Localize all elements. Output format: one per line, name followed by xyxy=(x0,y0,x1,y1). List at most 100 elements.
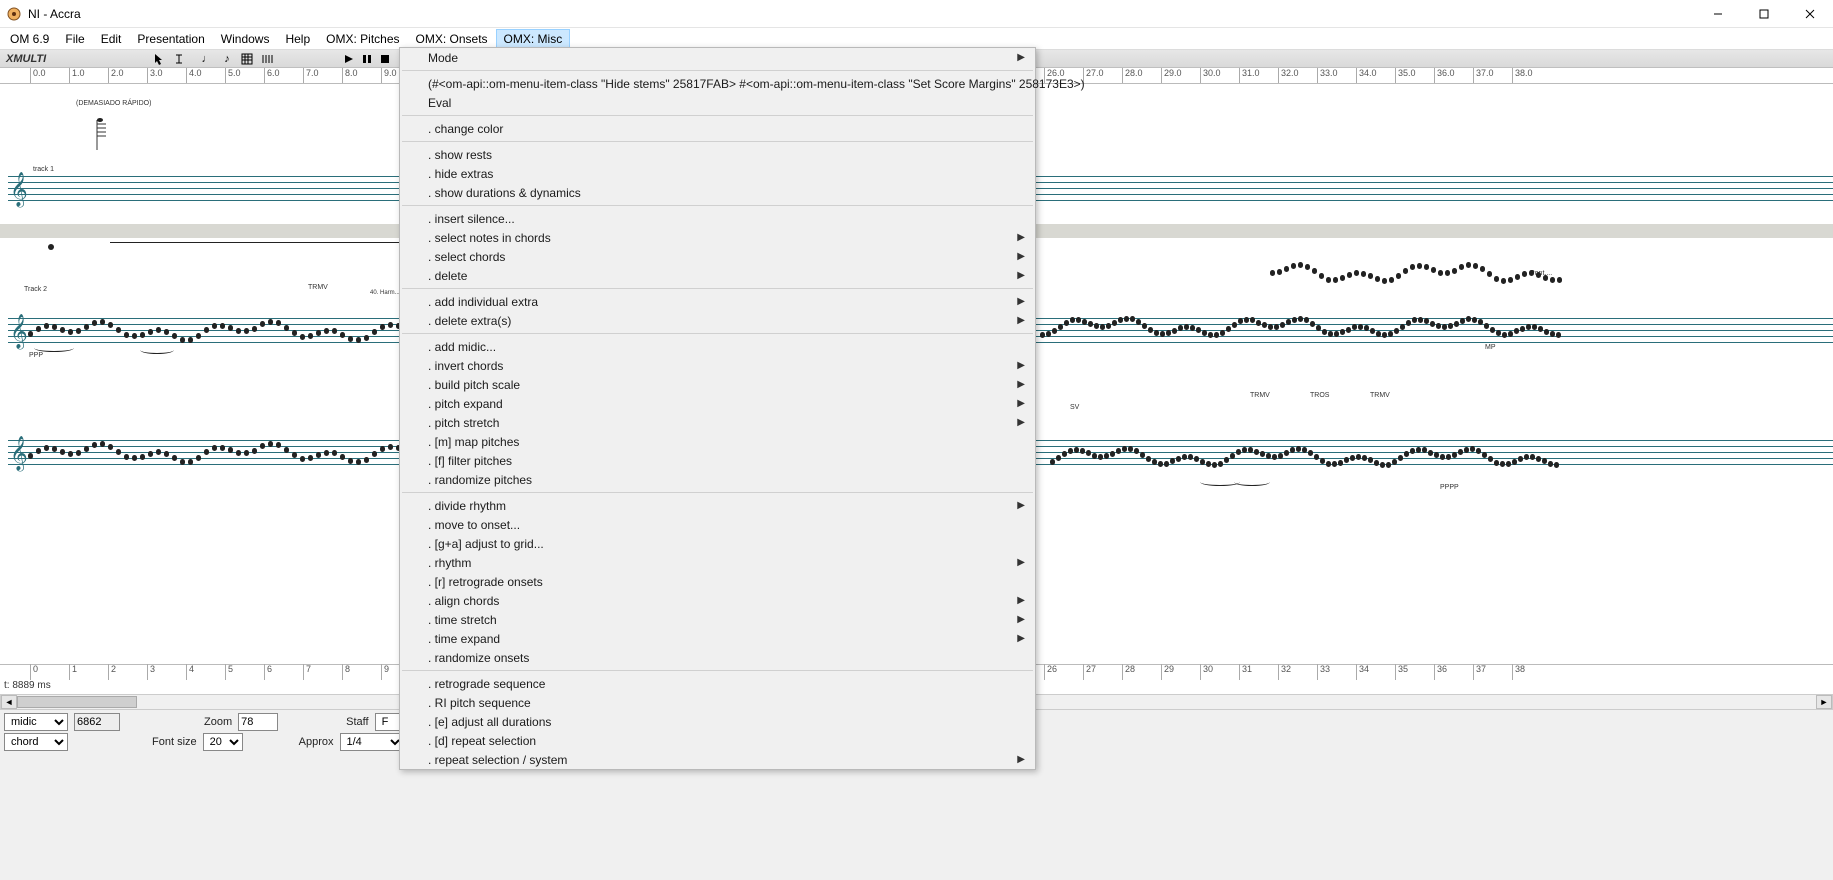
midic-input[interactable] xyxy=(74,713,120,731)
note xyxy=(1182,454,1187,460)
menu-item[interactable]: . [f] filter pitches xyxy=(400,451,1035,470)
note xyxy=(1448,323,1453,329)
note xyxy=(1458,449,1463,455)
menu-item[interactable]: . move to onset... xyxy=(400,515,1035,534)
note xyxy=(1487,271,1492,277)
note xyxy=(1464,447,1469,453)
menu-item[interactable]: . retrograde sequence xyxy=(400,674,1035,693)
menu-separator xyxy=(402,70,1033,71)
menu-item[interactable]: (#<om-api::om-menu-item-class "Hide stem… xyxy=(400,74,1035,93)
menu-item[interactable]: . add individual extra▶ xyxy=(400,292,1035,311)
ruler-tick: 1 xyxy=(69,664,77,680)
note xyxy=(1158,461,1163,467)
menu-item[interactable]: . randomize onsets xyxy=(400,648,1035,667)
text-cursor-icon[interactable] xyxy=(170,51,188,67)
ruler-tick: 38 xyxy=(1512,664,1525,680)
menu-item[interactable]: . pitch expand▶ xyxy=(400,394,1035,413)
menu-item[interactable]: . [d] repeat selection xyxy=(400,731,1035,750)
note-tool-sharp-icon[interactable]: ♪ xyxy=(218,51,236,67)
menu-item[interactable]: Eval xyxy=(400,93,1035,112)
menu-item[interactable]: . rhythm▶ xyxy=(400,553,1035,572)
fontsize-select[interactable]: 20 xyxy=(203,733,243,751)
note xyxy=(1454,321,1459,327)
menu-presentation[interactable]: Presentation xyxy=(129,29,212,49)
menu-item[interactable]: . time stretch▶ xyxy=(400,610,1035,629)
menu-file[interactable]: File xyxy=(57,29,92,49)
menu-item[interactable]: . [r] retrograde onsets xyxy=(400,572,1035,591)
menu-om-6-9[interactable]: OM 6.9 xyxy=(2,29,57,49)
note xyxy=(1328,331,1333,337)
menu-item[interactable]: . delete▶ xyxy=(400,266,1035,285)
menu-item[interactable]: . select notes in chords▶ xyxy=(400,228,1035,247)
note xyxy=(236,328,241,334)
menu-item[interactable]: . change color xyxy=(400,119,1035,138)
note xyxy=(1466,262,1471,268)
grid-tool-icon[interactable] xyxy=(238,51,256,67)
note xyxy=(1122,446,1127,452)
note xyxy=(1515,274,1520,280)
note xyxy=(1506,461,1511,467)
ruler-tick: 7 xyxy=(303,664,311,680)
arrow-tool-icon[interactable] xyxy=(150,51,168,67)
menu-item[interactable]: . randomize pitches xyxy=(400,470,1035,489)
menu-item[interactable]: . [e] adjust all durations xyxy=(400,712,1035,731)
menu-item[interactable]: . invert chords▶ xyxy=(400,356,1035,375)
menu-omx-pitches[interactable]: OMX: Pitches xyxy=(318,29,407,49)
menu-item[interactable]: . hide extras xyxy=(400,164,1035,183)
menu-omx-onsets[interactable]: OMX: Onsets xyxy=(408,29,496,49)
menu-item[interactable]: . delete extra(s)▶ xyxy=(400,311,1035,330)
menu-item[interactable]: . repeat selection / system▶ xyxy=(400,750,1035,769)
menu-item[interactable]: . show rests xyxy=(400,145,1035,164)
annotation-harm: 40. Harm.... xyxy=(370,290,401,296)
note xyxy=(148,451,153,457)
menu-item[interactable]: . pitch stretch▶ xyxy=(400,413,1035,432)
close-button[interactable] xyxy=(1787,0,1833,28)
track-name-1: track 1 xyxy=(33,166,54,173)
midic-select[interactable]: midic xyxy=(4,713,68,731)
note xyxy=(1512,459,1517,465)
pause-button[interactable] xyxy=(358,51,376,67)
menu-item[interactable]: . [m] map pitches xyxy=(400,432,1035,451)
minimize-button[interactable] xyxy=(1695,0,1741,28)
ruler-tick: 9 xyxy=(381,664,389,680)
menu-item[interactable]: . [g+a] adjust to grid... xyxy=(400,534,1035,553)
note xyxy=(1406,320,1411,326)
note xyxy=(28,453,33,459)
play-button[interactable] xyxy=(340,51,358,67)
menu-item[interactable]: . show durations & dynamics xyxy=(400,183,1035,202)
chord-select[interactable]: chord xyxy=(4,733,68,751)
menu-item[interactable]: . select chords▶ xyxy=(400,247,1035,266)
menu-help[interactable]: Help xyxy=(277,29,318,49)
approx-select[interactable]: 1/4 xyxy=(340,733,404,751)
menu-item[interactable]: . insert silence... xyxy=(400,209,1035,228)
submenu-arrow-icon: ▶ xyxy=(1017,379,1025,390)
ruler-tick: 5.0 xyxy=(225,68,241,84)
menu-edit[interactable]: Edit xyxy=(93,29,130,49)
stop-button[interactable] xyxy=(376,51,394,67)
menu-item[interactable]: . RI pitch sequence xyxy=(400,693,1035,712)
cols-tool-icon[interactable] xyxy=(258,51,276,67)
note xyxy=(1382,278,1387,284)
note xyxy=(1536,456,1541,462)
scroll-thumb[interactable] xyxy=(17,696,137,708)
ruler-tick: 6.0 xyxy=(264,68,280,84)
note xyxy=(1232,322,1237,328)
menu-item[interactable]: . time expand▶ xyxy=(400,629,1035,648)
note xyxy=(388,444,393,450)
scroll-right-button[interactable]: ► xyxy=(1816,695,1832,709)
menu-windows[interactable]: Windows xyxy=(213,29,278,49)
menu-item[interactable]: . align chords▶ xyxy=(400,591,1035,610)
menu-item[interactable]: . build pitch scale▶ xyxy=(400,375,1035,394)
zoom-input[interactable] xyxy=(238,713,278,731)
note xyxy=(1417,263,1422,269)
menu-omx-misc[interactable]: OMX: Misc xyxy=(496,29,571,49)
note xyxy=(1106,323,1111,329)
menu-item[interactable]: . divide rhythm▶ xyxy=(400,496,1035,515)
maximize-button[interactable] xyxy=(1741,0,1787,28)
note-tool-icon[interactable]: ♩ xyxy=(198,51,216,67)
menu-item[interactable]: . add midic... xyxy=(400,337,1035,356)
menu-item[interactable]: Mode▶ xyxy=(400,48,1035,67)
scroll-left-button[interactable]: ◄ xyxy=(1,695,17,709)
note xyxy=(1160,331,1165,337)
note xyxy=(1274,324,1279,330)
